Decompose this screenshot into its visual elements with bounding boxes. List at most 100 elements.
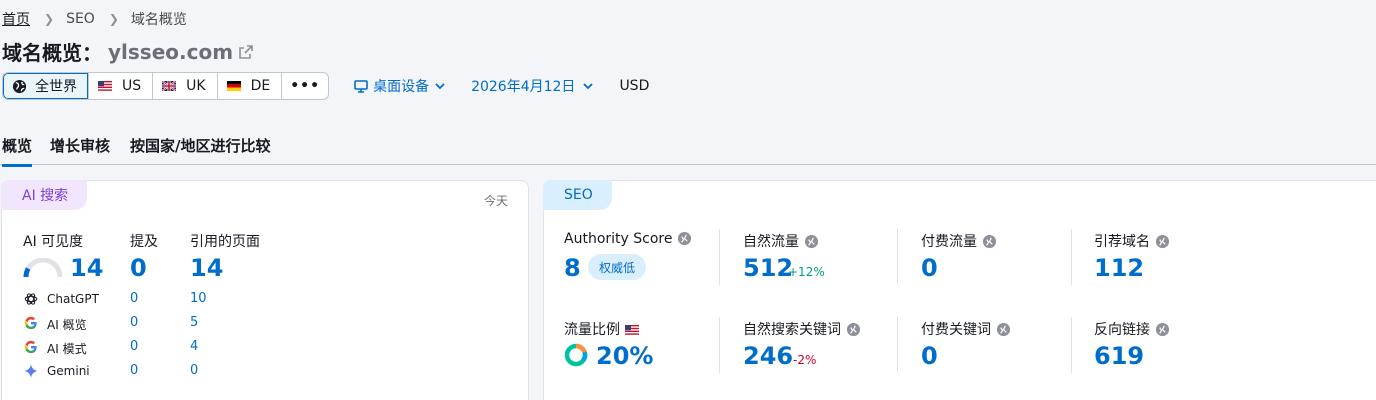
google-icon xyxy=(24,316,37,330)
chevron-right-icon: ❯ xyxy=(108,12,119,26)
region-de[interactable]: DE xyxy=(218,73,283,99)
external-link-icon[interactable] xyxy=(239,44,253,59)
device-label: 桌面设备 xyxy=(373,79,430,95)
globe-icon xyxy=(12,79,27,94)
chevron-down-icon xyxy=(435,82,445,89)
ai-source-cited[interactable]: 5 xyxy=(190,315,198,330)
region-label: US xyxy=(122,78,142,94)
ai-source-cited[interactable]: 10 xyxy=(190,291,207,306)
organic-traffic-label: 自然流量 xyxy=(743,231,819,251)
ai-search-card: AI 搜索 今天 AI 可见度 14 提及 0 引用的页面 14 ChatGPT… xyxy=(1,180,529,400)
desktop-icon xyxy=(354,79,368,93)
organic-keywords-value[interactable]: 246 xyxy=(743,344,793,368)
breadcrumb: 首页 ❯ SEO ❯ 域名概览 xyxy=(2,9,187,29)
info-icon[interactable] xyxy=(1155,234,1170,249)
info-icon[interactable] xyxy=(1155,322,1170,337)
authority-score-value[interactable]: 8 xyxy=(564,256,581,280)
traffic-share-label-text: 流量比例 xyxy=(564,322,620,338)
ai-source-mentions[interactable]: 0 xyxy=(130,363,138,378)
organic-traffic-value[interactable]: 512 xyxy=(743,256,793,280)
chevron-down-icon xyxy=(583,82,594,89)
cited-pages-value[interactable]: 14 xyxy=(190,256,223,280)
organic-keywords-label-text: 自然搜索关键词 xyxy=(743,322,841,338)
region-label: UK xyxy=(186,78,206,94)
divider xyxy=(719,229,720,285)
ai-source-name: Gemini xyxy=(47,364,90,378)
tab-compare-countries[interactable]: 按国家/地区进行比较 xyxy=(130,135,270,156)
chatgpt-icon xyxy=(24,293,38,305)
page-title-text: 域名概览： xyxy=(2,41,102,65)
region-label: 全世界 xyxy=(35,79,77,95)
authority-score-label-text: Authority Score xyxy=(564,231,673,247)
paid-traffic-value[interactable]: 0 xyxy=(921,256,938,280)
ai-source-cited[interactable]: 4 xyxy=(190,339,198,354)
info-icon[interactable] xyxy=(846,322,861,337)
domain-link[interactable]: ylsseo.com xyxy=(108,40,233,64)
breadcrumb-seo-link[interactable]: SEO xyxy=(66,11,95,27)
de-flag-icon xyxy=(226,81,241,91)
today-label: 今天 xyxy=(483,194,508,208)
date-label: 2026年4月12日 xyxy=(471,79,576,95)
paid-traffic-label-text: 付费流量 xyxy=(921,234,977,250)
info-icon[interactable] xyxy=(804,234,819,249)
ai-source-name: ChatGPT xyxy=(47,292,99,306)
ai-source-mentions[interactable]: 0 xyxy=(130,291,138,306)
tab-overview[interactable]: 概览 xyxy=(2,135,33,167)
cited-pages-label: 引用的页面 xyxy=(190,234,260,250)
divider xyxy=(719,317,720,373)
seo-card: SEO Authority Score 8 权威低 自然流量 512 +12% … xyxy=(543,180,1376,400)
authority-score-label: Authority Score xyxy=(564,231,692,247)
chevron-right-icon: ❯ xyxy=(44,12,55,26)
referring-domains-value[interactable]: 112 xyxy=(1094,256,1144,280)
traffic-share-label: 流量比例 xyxy=(564,319,639,339)
page-title: 域名概览： ylsseo.com xyxy=(2,37,253,66)
mentions-label: 提及 xyxy=(130,234,158,250)
tab-growth-audit[interactable]: 增长审核 xyxy=(50,135,110,156)
paid-traffic-label: 付费流量 xyxy=(921,231,997,251)
breadcrumb-home-link[interactable]: 首页 xyxy=(2,9,30,29)
paid-keywords-value[interactable]: 0 xyxy=(921,344,938,368)
ai-visibility-value[interactable]: 14 xyxy=(70,256,103,280)
currency-label: USD xyxy=(619,78,650,94)
organic-keywords-delta: -2% xyxy=(793,353,817,367)
ai-search-pill: AI 搜索 xyxy=(1,180,88,210)
ai-source-mentions[interactable]: 0 xyxy=(130,315,138,330)
ai-source-mentions[interactable]: 0 xyxy=(130,339,138,354)
backlinks-value[interactable]: 619 xyxy=(1094,344,1144,368)
more-regions-button[interactable]: ••• xyxy=(282,73,328,99)
divider xyxy=(1071,317,1072,373)
ai-source-cited[interactable]: 0 xyxy=(190,363,198,378)
ai-visibility-label: AI 可见度 xyxy=(23,234,84,250)
us-flag-icon xyxy=(98,81,112,91)
region-worldwide[interactable]: 全世界 xyxy=(3,73,89,99)
uk-flag-icon xyxy=(162,81,177,91)
region-uk[interactable]: UK xyxy=(153,73,218,99)
divider xyxy=(897,229,898,285)
info-icon[interactable] xyxy=(982,234,997,249)
seo-pill: SEO xyxy=(543,180,612,210)
traffic-share-value[interactable]: 20% xyxy=(596,344,653,368)
organic-traffic-label-text: 自然流量 xyxy=(743,234,799,250)
info-icon[interactable] xyxy=(996,322,1011,337)
authority-level-badge: 权威低 xyxy=(588,254,647,280)
referring-domains-label-text: 引荐域名 xyxy=(1094,234,1150,250)
filter-bar: 全世界 US UK DE ••• 桌面设备 2026年4月12日 USD xyxy=(2,72,649,100)
date-dropdown[interactable]: 2026年4月12日 xyxy=(471,76,594,96)
region-us[interactable]: US xyxy=(89,73,154,99)
backlinks-label: 反向链接 xyxy=(1094,319,1170,339)
visibility-gauge-icon xyxy=(23,258,63,278)
paid-keywords-label-text: 付费关键词 xyxy=(921,322,991,338)
breadcrumb-current: 域名概览 xyxy=(130,12,187,28)
backlinks-label-text: 反向链接 xyxy=(1094,322,1150,338)
device-dropdown[interactable]: 桌面设备 xyxy=(354,76,445,96)
region-label: DE xyxy=(250,78,271,94)
info-icon[interactable] xyxy=(677,231,692,246)
google-icon xyxy=(24,340,37,354)
ai-source-name: AI 概览 xyxy=(47,318,87,332)
region-selector: 全世界 US UK DE ••• xyxy=(2,72,330,100)
us-flag-icon xyxy=(625,325,639,335)
organic-traffic-delta: +12% xyxy=(788,265,825,279)
traffic-share-donut-icon xyxy=(564,343,588,367)
mentions-value[interactable]: 0 xyxy=(130,256,147,280)
tab-bar: 概览 增长审核 按国家/地区进行比较 xyxy=(0,126,1376,167)
